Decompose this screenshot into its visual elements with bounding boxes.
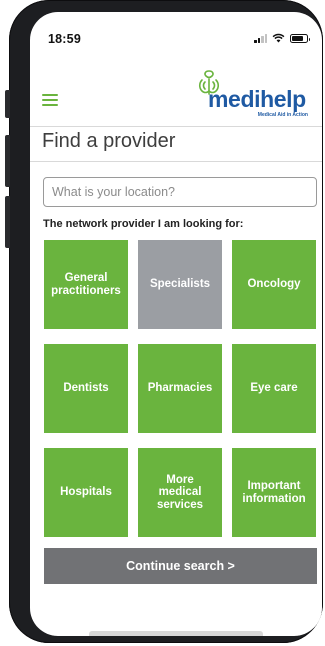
tile-label: Pharmacies xyxy=(147,382,213,395)
medihelp-wordmark: medihelp xyxy=(208,86,306,112)
tile-more-medical-services[interactable]: More medical services xyxy=(138,448,222,537)
cellular-signal-icon xyxy=(254,34,267,43)
tile-label: More medical services xyxy=(156,474,204,511)
provider-type-grid: General practitioners Specialists Oncolo… xyxy=(44,240,317,537)
tile-label: Dentists xyxy=(63,382,109,395)
tile-pharmacies[interactable]: Pharmacies xyxy=(138,344,222,433)
home-indicator xyxy=(89,631,263,636)
continue-search-button[interactable]: Continue search > xyxy=(44,548,317,584)
status-icons xyxy=(254,33,310,43)
wifi-icon xyxy=(272,33,285,43)
volume-up-button xyxy=(5,135,10,187)
status-time: 18:59 xyxy=(48,32,81,46)
tile-specialists[interactable]: Specialists xyxy=(138,240,222,329)
medihelp-tagline: Medical Aid in Action xyxy=(257,112,308,118)
battery-level xyxy=(292,36,304,41)
mute-switch xyxy=(5,90,10,118)
tile-general-practitioners[interactable]: General practitioners xyxy=(44,240,128,329)
battery-icon xyxy=(290,34,310,43)
tile-label: Eye care xyxy=(250,382,298,395)
provider-type-prompt: The network provider I am looking for: xyxy=(43,218,244,230)
status-bar: 18:59 xyxy=(30,12,322,56)
tile-dentists[interactable]: Dentists xyxy=(44,344,128,433)
title-divider xyxy=(30,161,322,162)
tile-label: General practitioners xyxy=(51,272,121,297)
tile-important-information[interactable]: Important information xyxy=(232,448,316,537)
hamburger-menu-icon[interactable] xyxy=(42,94,58,106)
location-search-input[interactable] xyxy=(43,177,317,207)
tile-hospitals[interactable]: Hospitals xyxy=(44,448,128,537)
page-title: Find a provider xyxy=(42,130,176,152)
medihelp-logo: medihelp Medical Aid in Action xyxy=(192,68,310,126)
phone-frame: 18:59 medihelp Medical Aid in Action Fin… xyxy=(9,0,323,643)
app-header: medihelp Medical Aid in Action xyxy=(30,68,322,126)
tile-oncology[interactable]: Oncology xyxy=(232,240,316,329)
tile-label: Important information xyxy=(242,480,306,505)
phone-screen: 18:59 medihelp Medical Aid in Action Fin… xyxy=(30,12,322,636)
header-divider xyxy=(30,126,322,127)
tile-label: Hospitals xyxy=(60,486,112,499)
tile-label: Specialists xyxy=(149,278,211,291)
tile-label: Oncology xyxy=(247,278,301,291)
tile-eye-care[interactable]: Eye care xyxy=(232,344,316,433)
volume-down-button xyxy=(5,196,10,248)
